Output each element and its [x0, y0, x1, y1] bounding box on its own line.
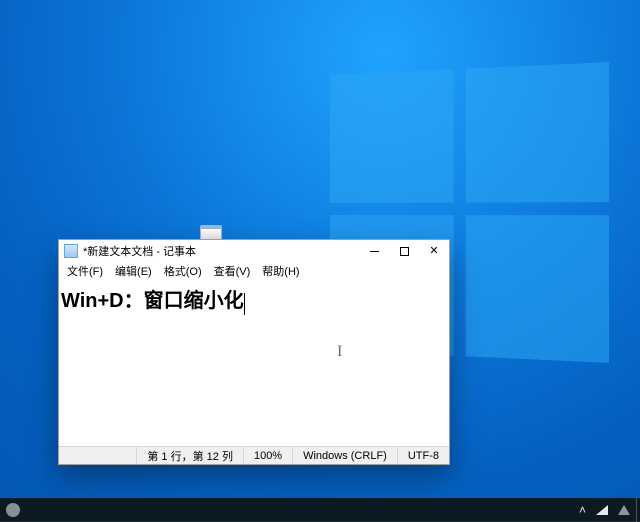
system-tray [573, 503, 636, 517]
notepad-window: *新建文本文档 - 记事本 文件(F) 编辑(E) 格式(O) 查看(V) 帮助… [58, 239, 450, 465]
close-button[interactable] [419, 240, 449, 262]
tray-overflow-icon[interactable] [579, 503, 586, 517]
statusbar: 第 1 行，第 12 列 100% Windows (CRLF) UTF-8 [59, 446, 449, 464]
menu-file[interactable]: 文件(F) [61, 262, 109, 280]
menu-format[interactable]: 格式(O) [158, 262, 208, 280]
minimize-button[interactable] [359, 240, 389, 262]
show-desktop-button[interactable] [636, 498, 640, 522]
status-zoom: 100% [243, 447, 292, 464]
menubar: 文件(F) 编辑(E) 格式(O) 查看(V) 帮助(H) [59, 262, 449, 280]
notepad-icon [64, 244, 78, 258]
status-eol: Windows (CRLF) [292, 447, 397, 464]
network-icon[interactable] [596, 505, 608, 515]
status-position: 第 1 行，第 12 列 [136, 447, 243, 464]
status-encoding: UTF-8 [397, 447, 449, 464]
window-title: *新建文本文档 - 记事本 [83, 243, 196, 259]
taskbar[interactable] [0, 498, 640, 522]
start-button[interactable] [6, 503, 20, 517]
text-editor[interactable]: Win+D：窗口缩小化 [59, 280, 449, 446]
menu-help[interactable]: 帮助(H) [256, 262, 305, 280]
tray-alert-icon[interactable] [618, 505, 630, 515]
menu-view[interactable]: 查看(V) [208, 262, 257, 280]
text-caret [244, 293, 245, 315]
titlebar[interactable]: *新建文本文档 - 记事本 [59, 240, 449, 262]
editor-content: Win+D：窗口缩小化 [61, 290, 244, 312]
maximize-button[interactable] [389, 240, 419, 262]
menu-edit[interactable]: 编辑(E) [109, 262, 158, 280]
